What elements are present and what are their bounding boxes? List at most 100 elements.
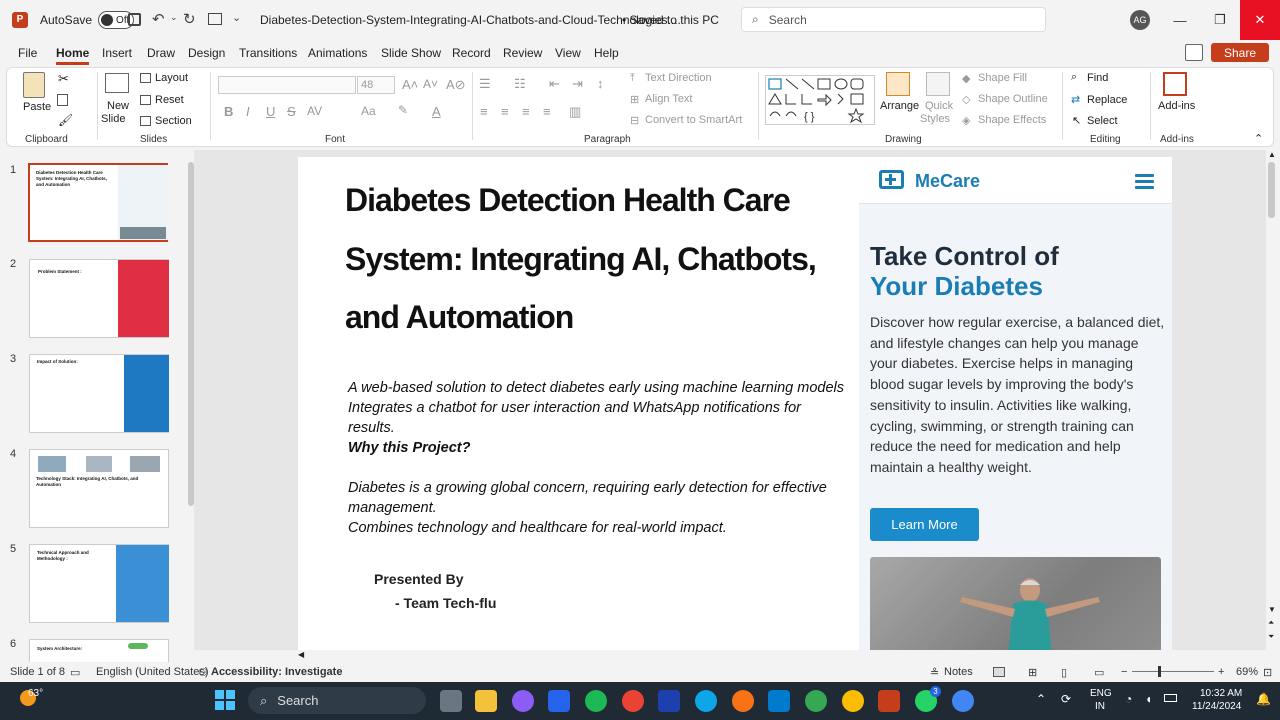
increase-indent-icon[interactable]: ⇥ [572,76,583,92]
weather-temp[interactable]: 63° [28,688,43,699]
copilot-icon[interactable] [512,690,534,712]
replace-icon[interactable]: ⇄ [1071,93,1080,106]
previous-slide-icon[interactable]: ⏶ [1268,618,1274,628]
shape-fill-button[interactable]: Shape Fill [978,72,1027,84]
tab-animations[interactable]: Animations [308,46,367,60]
share-button[interactable]: Share [1211,43,1269,62]
scroll-up-icon[interactable]: ▲ [1268,150,1276,159]
section-button[interactable]: Section [155,115,192,127]
align-right-icon[interactable]: ≡ [522,104,530,119]
taskbar-search[interactable]: ⌕ Search [248,687,426,714]
slideshow-view-icon[interactable]: ▭ [1094,666,1104,679]
reset-button[interactable]: Reset [155,94,184,106]
columns-icon[interactable]: ▥ [569,104,581,120]
char-spacing-icon[interactable]: AV [307,104,322,118]
shrink-font-icon[interactable]: A˅ [423,77,438,91]
autosave-control[interactable]: AutoSave Off [40,0,135,40]
select-icon[interactable]: ↖ [1072,114,1081,127]
text-direction-icon[interactable]: ⤒ [630,72,635,85]
normal-view-icon[interactable] [993,667,1005,677]
slide-thumbnail-5[interactable]: Technical Approach and Methodology : [29,544,169,623]
numbering-icon[interactable]: ☷ [514,76,526,92]
tab-draw[interactable]: Draw [147,46,175,60]
replace-button[interactable]: Replace [1087,94,1127,106]
clock-time[interactable]: 10:32 AM [1200,688,1242,699]
tab-design[interactable]: Design [188,46,225,60]
strikethrough-button[interactable]: S [287,104,296,119]
shape-effects-icon[interactable]: ◈ [962,114,970,127]
justify-icon[interactable]: ≡ [543,104,551,119]
show-hidden-icons[interactable]: ⌃ [1036,692,1046,706]
mecare-screenshot-image[interactable]: MeCare Take Control of Your Diabetes Dis… [859,157,1172,650]
notes-icon[interactable]: ≗ [930,666,939,679]
font-color-icon[interactable]: A [432,104,441,119]
find-button[interactable]: Find [1087,72,1108,84]
italic-button[interactable]: I [246,104,250,119]
reset-icon[interactable] [140,95,151,105]
quick-styles-label-1[interactable]: Quick [925,100,953,112]
notes-button[interactable]: Notes [944,666,973,678]
cut-icon[interactable]: ✂ [58,71,69,87]
language-indicator-2[interactable]: IN [1095,701,1105,712]
copy-icon[interactable] [57,94,68,106]
font-size-select[interactable]: 48 [357,76,395,94]
customize-qat-icon[interactable]: ⌄ [232,11,241,24]
slide-thumbnail-3[interactable]: Impact of Solution: [29,354,169,433]
smartart-icon[interactable]: ⊟ [630,114,639,127]
align-left-icon[interactable]: ≡ [480,104,488,119]
shape-effects-button[interactable]: Shape Effects [978,114,1046,126]
save-icon[interactable] [128,13,141,26]
avatar[interactable]: AG [1130,10,1150,30]
clear-format-icon[interactable]: A⊘ [446,77,466,93]
slide-thumbnail-1[interactable]: Diabetes Detection Health Care System: I… [28,163,168,242]
chrome-icon[interactable] [622,690,644,712]
wifi-icon[interactable]: ◔ [1125,692,1132,706]
file-explorer-icon[interactable] [475,690,497,712]
layout-icon[interactable] [140,73,151,83]
save-status[interactable]: • Saved to this PC [622,0,719,40]
spelling-icon[interactable]: ▭ [70,666,80,679]
align-text-button[interactable]: Align Text [645,93,693,105]
align-text-icon[interactable]: ⊞ [630,93,639,106]
decrease-indent-icon[interactable]: ⇤ [549,76,560,92]
battery-icon[interactable] [1164,694,1177,702]
zoom-in-icon[interactable]: + [1218,666,1224,678]
bold-button[interactable]: B [224,104,233,119]
team-name[interactable]: - Team Tech-flu [395,595,496,611]
sync-icon[interactable]: ⟳ [1061,692,1071,706]
zoom-out-icon[interactable]: − [1121,666,1127,678]
chrome-icon[interactable] [805,690,827,712]
format-painter-icon[interactable]: 🖌 [58,113,73,127]
vscode-icon[interactable] [768,690,790,712]
tab-record[interactable]: Record [452,46,491,60]
comments-icon[interactable] [1185,44,1203,61]
quick-styles-label-2[interactable]: Styles [920,113,950,125]
minimize-icon[interactable]: — [1160,0,1200,40]
tab-transitions[interactable]: Transitions [239,46,297,60]
arrange-button[interactable]: Arrange [880,100,919,112]
app-icon[interactable] [732,690,754,712]
new-slide-label-2[interactable]: Slide [101,113,125,125]
undo-icon[interactable]: ↶ [152,10,165,28]
slide-thumbnail-4[interactable]: Technology Stack: Integrating AI, Chatbo… [29,449,169,528]
accessibility-status[interactable]: Accessibility: Investigate [211,666,342,678]
document-title[interactable]: Diabetes-Detection-System-Integrating-AI… [260,0,681,40]
chrome-icon[interactable] [842,690,864,712]
paste-button[interactable]: Paste [23,101,51,113]
slide-body-text[interactable]: A web-based solution to detect diabetes … [348,378,878,538]
underline-button[interactable]: U [266,104,275,119]
layout-button[interactable]: Layout [155,72,188,84]
shape-fill-icon[interactable]: ◆ [962,72,970,85]
slide-thumbnail-2[interactable]: Problem Statement : [29,259,169,338]
shape-outline-button[interactable]: Shape Outline [978,93,1048,105]
font-family-select[interactable] [218,76,356,94]
store-icon[interactable] [548,690,570,712]
clock-date[interactable]: 11/24/2024 [1192,701,1241,712]
zoom-level[interactable]: 69% [1236,666,1258,678]
present-icon[interactable] [208,13,222,25]
quick-styles-icon[interactable] [926,72,950,96]
task-view-icon[interactable] [440,690,462,712]
tab-help[interactable]: Help [594,46,619,60]
next-slide-icon[interactable]: ⏷ [1268,632,1274,642]
spotify-icon[interactable] [585,690,607,712]
